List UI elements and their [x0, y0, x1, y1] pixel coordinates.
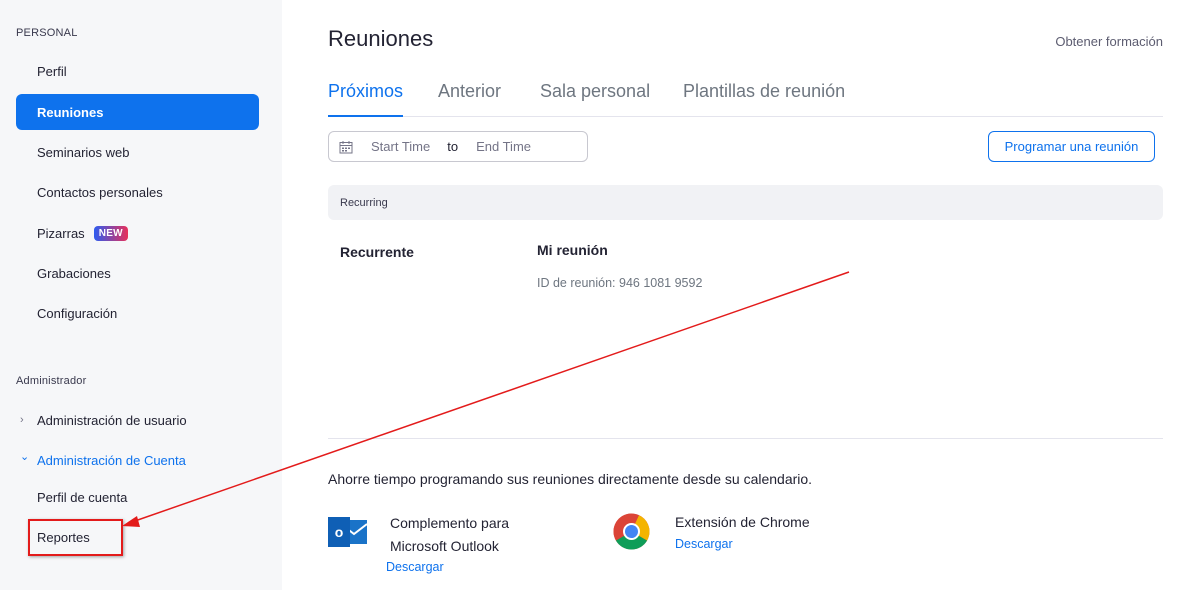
tab-sala-personal[interactable]: Sala personal [540, 78, 650, 117]
sidebar-item-label: Seminarios web [37, 144, 130, 160]
sidebar-item-perfil[interactable]: Perfil [16, 53, 259, 89]
sidebar-item-label: Grabaciones [37, 265, 111, 281]
date-range-filter[interactable]: Start Time to End Time [328, 131, 588, 162]
sidebar-item-contactos[interactable]: Contactos personales [16, 174, 259, 210]
outlook-addin-title: Complemento para Microsoft Outlook [390, 515, 510, 554]
sidebar-item-grabaciones[interactable]: Grabaciones [16, 255, 259, 291]
tab-anterior[interactable]: Anterior [438, 78, 501, 117]
chevron-right-icon: › [20, 414, 24, 426]
sidebar-item-label: Reuniones [37, 104, 104, 120]
chrome-extension-title: Extensión de Chrome [675, 514, 810, 530]
sidebar-item-label: Pizarras [37, 225, 85, 241]
page-title: Reuniones [328, 26, 434, 51]
chevron-down-icon: ⌄ [20, 451, 30, 463]
outlook-download-link[interactable]: Descargar [386, 560, 444, 574]
calendar-promo-text: Ahorre tiempo programando sus reuniones … [328, 471, 813, 487]
chrome-icon [613, 513, 650, 550]
sidebar-item-label: Administración de usuario [37, 412, 187, 428]
svg-text:o: o [335, 524, 344, 540]
sidebar-item-label: Administración de Cuenta [37, 452, 186, 468]
start-time-input[interactable]: Start Time [371, 139, 430, 154]
schedule-meeting-button[interactable]: Programar una reunión [988, 131, 1155, 162]
calendar-icon [339, 140, 353, 153]
sidebar-item-label: Perfil [37, 63, 67, 79]
new-badge: NEW [93, 225, 128, 241]
tab-proximos[interactable]: Próximos [328, 78, 404, 117]
sidebar-item-seminarios[interactable]: Seminarios web [16, 134, 259, 170]
tab-bar: Próximos Anterior Sala personal Plantill… [328, 78, 1163, 117]
meeting-title-link[interactable]: Mi reunión [537, 242, 608, 258]
sidebar-item-pizarras[interactable]: Pizarras NEW [16, 215, 259, 251]
end-time-input[interactable]: End Time [476, 139, 531, 154]
group-header-recurring: Recurring [328, 185, 1163, 220]
section-label-admin: Administrador [16, 375, 87, 387]
outlook-icon: o [328, 517, 367, 547]
sidebar-item-label: Configuración [37, 305, 118, 321]
sidebar-item-reuniones[interactable]: Reuniones [16, 94, 259, 130]
sidebar-item-perfil-cuenta[interactable]: Perfil de cuenta [16, 479, 259, 515]
training-link[interactable]: Obtener formación [1055, 34, 1163, 49]
annotation-highlight-box [28, 519, 123, 556]
meeting-type: Recurrente [340, 244, 414, 260]
date-range-separator: to [447, 139, 459, 154]
meeting-id: ID de reunión: 946 1081 9592 [537, 276, 703, 290]
sidebar-item-label: Perfil de cuenta [37, 489, 128, 505]
sidebar-item-admin-cuenta[interactable]: ⌄ Administración de Cuenta [16, 442, 259, 478]
sidebar-item-admin-usuario[interactable]: › Administración de usuario [16, 402, 259, 438]
sidebar-item-configuracion[interactable]: Configuración [16, 295, 259, 331]
main-content: Reuniones Obtener formación Próximos Ant… [328, 0, 1163, 590]
divider [328, 438, 1163, 439]
sidebar-item-label: Contactos personales [37, 184, 163, 200]
sidebar: PERSONAL Perfil Reuniones Seminarios web… [0, 0, 282, 590]
chrome-download-link[interactable]: Descargar [675, 537, 733, 551]
section-label-personal: PERSONAL [16, 27, 78, 39]
tab-plantillas[interactable]: Plantillas de reunión [683, 78, 845, 117]
